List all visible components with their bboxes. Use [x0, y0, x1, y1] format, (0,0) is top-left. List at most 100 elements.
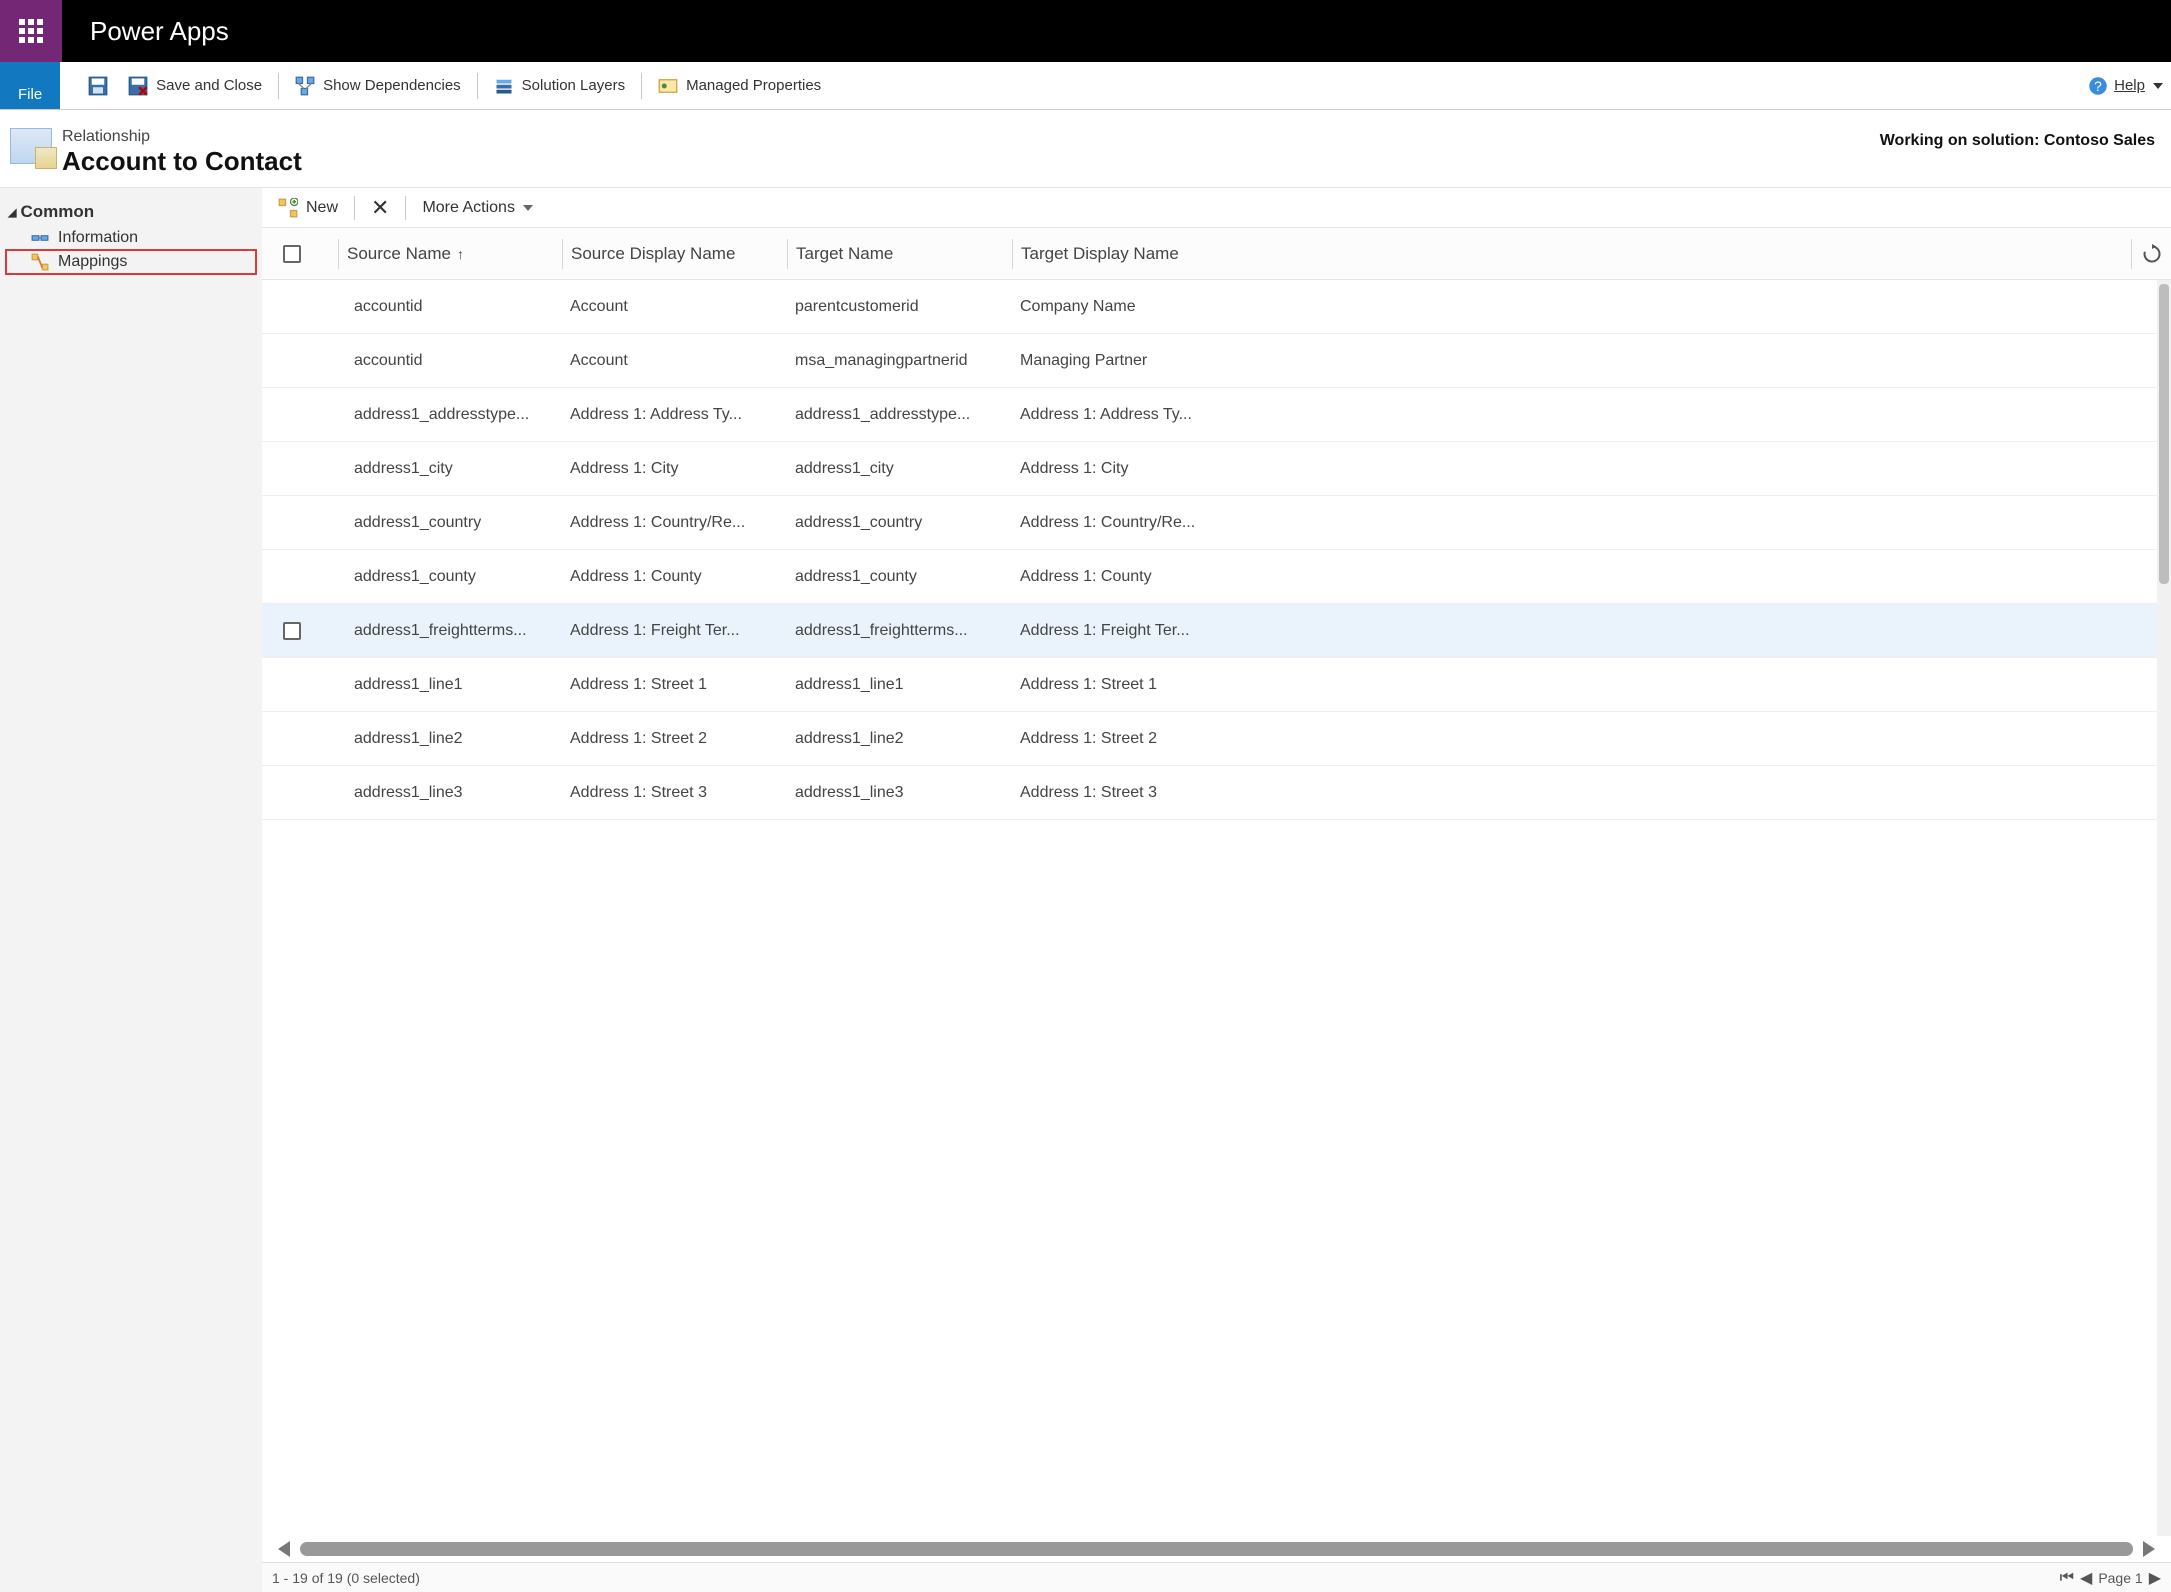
- dependencies-icon: [295, 76, 315, 96]
- cell-target-display: Address 1: Freight Ter...: [1012, 622, 1226, 640]
- table-row[interactable]: address1_line3Address 1: Street 3address…: [262, 766, 2171, 820]
- cell-source-name: accountid: [338, 352, 562, 370]
- cell-target-name: address1_county: [787, 568, 1012, 586]
- table-row[interactable]: address1_freightterms...Address 1: Freig…: [262, 604, 2171, 658]
- layers-icon: [494, 76, 514, 96]
- refresh-button[interactable]: [2131, 239, 2171, 269]
- scroll-right-button[interactable]: [2143, 1541, 2155, 1557]
- waffle-icon: [19, 19, 43, 43]
- cell-target-name: address1_freightterms...: [787, 622, 1012, 640]
- nav-item-label: Information: [58, 229, 138, 247]
- cell-source-display: Address 1: Street 2: [562, 730, 787, 748]
- ribbon-separator: [278, 73, 279, 99]
- table-row[interactable]: address1_countryAddress 1: Country/Re...…: [262, 496, 2171, 550]
- cell-source-name: address1_county: [338, 568, 562, 586]
- file-menu-button[interactable]: File: [0, 62, 60, 109]
- ribbon-items: Save and Close Show Dependencies Solutio…: [60, 62, 2088, 109]
- save-button[interactable]: [78, 62, 118, 109]
- page-number-label: Page 1: [2098, 1570, 2142, 1586]
- table-row[interactable]: address1_cityAddress 1: Cityaddress1_cit…: [262, 442, 2171, 496]
- column-label: Target Name: [796, 244, 893, 264]
- nav-group-label: Common: [20, 202, 94, 222]
- cell-source-display: Account: [562, 352, 787, 370]
- more-actions-button[interactable]: More Actions: [410, 188, 544, 227]
- cell-target-name: msa_managingpartnerid: [787, 352, 1012, 370]
- cell-target-name: address1_line2: [787, 730, 1012, 748]
- cell-source-name: address1_freightterms...: [338, 622, 562, 640]
- cell-target-display: Address 1: County: [1012, 568, 1226, 586]
- solution-name: Contoso Sales: [2044, 132, 2155, 149]
- toolbar-separator: [354, 196, 355, 220]
- ribbon-separator: [641, 73, 642, 99]
- help-dropdown-icon[interactable]: [2153, 83, 2163, 89]
- prev-page-button[interactable]: ◀: [2080, 1568, 2092, 1588]
- app-launcher-button[interactable]: [0, 0, 62, 62]
- table-row[interactable]: accountidAccountparentcustomeridCompany …: [262, 280, 2171, 334]
- cell-source-name: address1_country: [338, 514, 562, 532]
- table-row[interactable]: address1_line1Address 1: Street 1address…: [262, 658, 2171, 712]
- cell-target-display: Company Name: [1012, 298, 1226, 316]
- cell-target-name: address1_line1: [787, 676, 1012, 694]
- cell-source-name: accountid: [338, 298, 562, 316]
- select-all-cell[interactable]: [262, 245, 322, 263]
- help-label: elp: [2125, 77, 2145, 94]
- column-target-name[interactable]: Target Name: [787, 239, 1012, 269]
- cell-target-name: address1_country: [787, 514, 1012, 532]
- body: ◢ Common Information Mappings New: [0, 188, 2171, 1592]
- more-actions-label: More Actions: [422, 199, 514, 217]
- vertical-scroll-thumb[interactable]: [2159, 284, 2169, 584]
- column-target-display[interactable]: Target Display Name: [1012, 239, 1226, 269]
- cell-target-name: parentcustomerid: [787, 298, 1012, 316]
- cell-source-name: address1_city: [338, 460, 562, 478]
- cell-source-display: Address 1: Street 3: [562, 784, 787, 802]
- new-button-label: New: [306, 199, 338, 217]
- refresh-icon: [2142, 244, 2162, 264]
- toolbar-separator: [405, 196, 406, 220]
- horizontal-scrollbar[interactable]: [262, 1536, 2171, 1562]
- new-button[interactable]: New: [266, 188, 350, 227]
- column-label: Source Display Name: [571, 244, 735, 264]
- record-range-label: 1 - 19 of 19 (0 selected): [272, 1570, 420, 1586]
- managed-properties-button[interactable]: Managed Properties: [648, 62, 831, 109]
- save-and-close-button[interactable]: Save and Close: [118, 62, 272, 109]
- grid-body[interactable]: accountidAccountparentcustomeridCompany …: [262, 280, 2171, 1536]
- ribbon-separator: [477, 73, 478, 99]
- select-all-checkbox[interactable]: [283, 245, 301, 263]
- next-page-button[interactable]: ▶: [2149, 1568, 2161, 1588]
- cell-source-display: Address 1: City: [562, 460, 787, 478]
- cell-source-display: Address 1: Country/Re...: [562, 514, 787, 532]
- save-icon: [88, 76, 108, 96]
- row-checkbox-cell[interactable]: [262, 622, 322, 640]
- chevron-down-icon: [523, 205, 533, 211]
- table-row[interactable]: address1_line2Address 1: Street 2address…: [262, 712, 2171, 766]
- working-solution-label: Working on solution: Contoso Sales: [1880, 128, 2161, 150]
- row-checkbox[interactable]: [283, 622, 301, 640]
- delete-button[interactable]: ✕: [359, 188, 401, 227]
- table-row[interactable]: accountidAccountmsa_managingpartneridMan…: [262, 334, 2171, 388]
- solution-layers-button[interactable]: Solution Layers: [484, 62, 635, 109]
- first-page-button[interactable]: ⏮: [2060, 1569, 2074, 1587]
- column-label: Target Display Name: [1021, 244, 1179, 264]
- help-link[interactable]: Help: [2114, 77, 2145, 94]
- ribbon: File Save and Close Show Dependencies So…: [0, 62, 2171, 110]
- content-area: New ✕ More Actions Source Name ↑ Source: [262, 188, 2171, 1592]
- nav-item-information[interactable]: Information: [6, 226, 256, 250]
- vertical-scrollbar[interactable]: [2157, 280, 2171, 1536]
- table-row[interactable]: address1_countyAddress 1: Countyaddress1…: [262, 550, 2171, 604]
- horizontal-scroll-track[interactable]: [300, 1542, 2133, 1556]
- cell-target-display: Address 1: Address Ty...: [1012, 406, 1226, 424]
- column-source-name[interactable]: Source Name ↑: [338, 239, 562, 269]
- scroll-left-button[interactable]: [278, 1541, 290, 1557]
- pager: ⏮ ◀ Page 1 ▶: [2060, 1568, 2161, 1588]
- save-and-close-label: Save and Close: [156, 77, 262, 94]
- show-dependencies-button[interactable]: Show Dependencies: [285, 62, 471, 109]
- nav-group-common[interactable]: ◢ Common: [6, 198, 256, 226]
- column-source-display[interactable]: Source Display Name: [562, 239, 787, 269]
- page-subtitle: Relationship: [62, 128, 302, 146]
- nav-item-mappings[interactable]: Mappings: [6, 250, 256, 274]
- delete-icon: ✕: [371, 195, 389, 221]
- grid-header: Source Name ↑ Source Display Name Target…: [262, 228, 2171, 280]
- header-gap: [322, 239, 338, 269]
- cell-target-display: Address 1: Street 1: [1012, 676, 1226, 694]
- table-row[interactable]: address1_addresstype...Address 1: Addres…: [262, 388, 2171, 442]
